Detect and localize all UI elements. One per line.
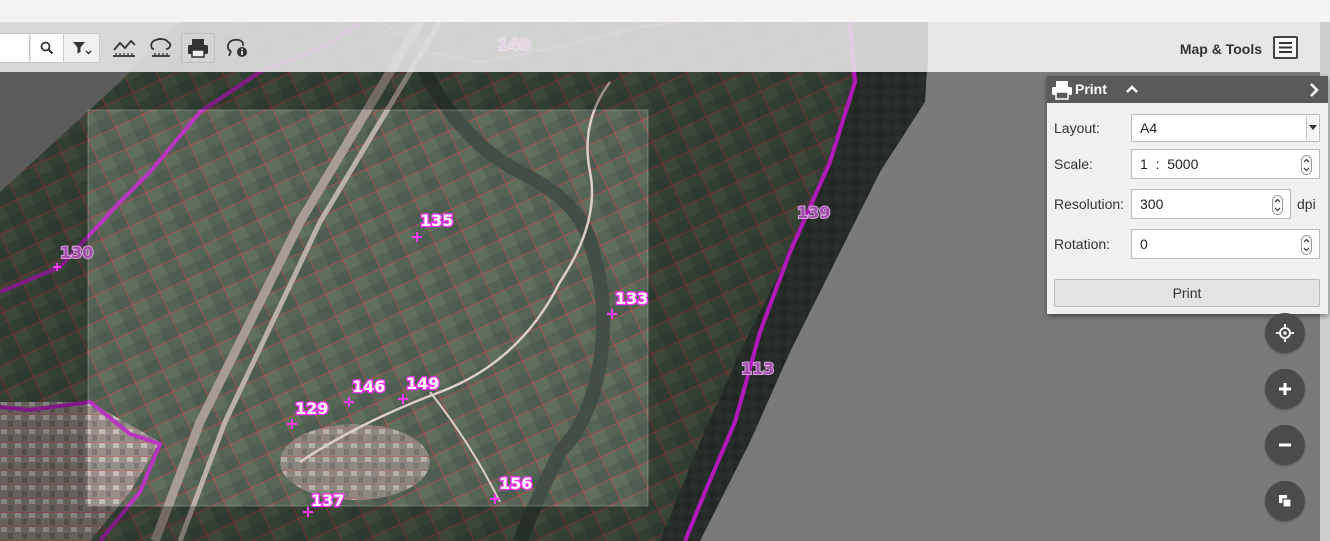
rotation-input[interactable]: 0 <box>1131 229 1320 259</box>
chevron-down-icon <box>1308 125 1317 130</box>
locate-crosshair-icon <box>1276 324 1294 342</box>
layout-select[interactable]: A4 <box>1131 114 1320 142</box>
scale-input[interactable]: 1 : 5000 <box>1131 149 1320 179</box>
layers-button[interactable] <box>1265 481 1305 521</box>
map-tools-label[interactable]: Map & Tools <box>1152 41 1262 57</box>
print-tool-button[interactable] <box>181 33 215 63</box>
zoom-in-button[interactable] <box>1265 369 1305 409</box>
print-button[interactable]: Print <box>1054 279 1320 307</box>
browser-top-strip <box>0 0 1330 23</box>
layers-icon <box>1279 495 1292 508</box>
zone-label-139: 139 <box>797 203 830 222</box>
print-panel-header[interactable]: Print <box>1047 76 1328 103</box>
info-query-button[interactable] <box>221 33 253 63</box>
plus-icon <box>1279 383 1291 395</box>
spinner-icon[interactable] <box>1301 235 1312 255</box>
printer-icon <box>188 39 208 58</box>
layout-value: A4 <box>1140 120 1158 136</box>
parcel-label-146: 146 <box>352 377 385 396</box>
zone-label-130: 130 <box>60 243 93 262</box>
menu-button[interactable] <box>1273 36 1298 59</box>
spinner-icon[interactable] <box>1272 195 1283 215</box>
scale-value: 1 : 5000 <box>1140 156 1199 172</box>
measure-button[interactable] <box>145 33 177 63</box>
printer-icon <box>1052 81 1072 100</box>
search-button[interactable] <box>30 33 64 63</box>
parcel-label-129: 129 <box>295 399 328 418</box>
print-panel: Print Layout: A4 Scale: 1 : 5000 Resolut… <box>1047 76 1328 314</box>
rotation-value: 0 <box>1140 236 1148 252</box>
resolution-unit: dpi <box>1297 196 1316 212</box>
minus-icon <box>1279 443 1291 447</box>
elevation-profile-button[interactable] <box>108 33 140 63</box>
search-input[interactable] <box>0 33 30 63</box>
hamburger-menu-icon <box>1279 42 1292 53</box>
layout-label: Layout: <box>1054 120 1100 136</box>
filter-icon <box>72 42 92 55</box>
search-icon <box>40 41 54 55</box>
chevron-right-icon[interactable] <box>1306 81 1322 99</box>
locate-button[interactable] <box>1265 313 1305 353</box>
info-query-icon <box>227 38 247 57</box>
measure-icon <box>150 38 172 57</box>
print-panel-title: Print <box>1075 81 1107 97</box>
spinner-icon[interactable] <box>1301 155 1312 175</box>
resolution-value: 300 <box>1140 196 1164 212</box>
zone-label-113: 113 <box>741 359 774 378</box>
zoom-out-button[interactable] <box>1265 425 1305 465</box>
elevation-profile-icon <box>113 39 136 57</box>
rotation-label: Rotation: <box>1054 236 1111 252</box>
resolution-input[interactable]: 300 <box>1131 189 1291 219</box>
parcel-label-133: 133 <box>615 289 648 308</box>
filter-button[interactable] <box>64 33 100 63</box>
parcel-label-149: 149 <box>406 374 439 393</box>
parcel-label-137: 137 <box>311 491 344 510</box>
resolution-label: Resolution: <box>1054 196 1125 212</box>
scale-label: Scale: <box>1054 156 1093 172</box>
chevron-up-icon[interactable] <box>1125 82 1139 96</box>
layout-dropdown-arrow[interactable] <box>1306 116 1318 140</box>
parcel-label-156: 156 <box>499 474 532 493</box>
print-extent-frame[interactable] <box>87 109 649 507</box>
parcel-label-135: 135 <box>420 211 453 230</box>
